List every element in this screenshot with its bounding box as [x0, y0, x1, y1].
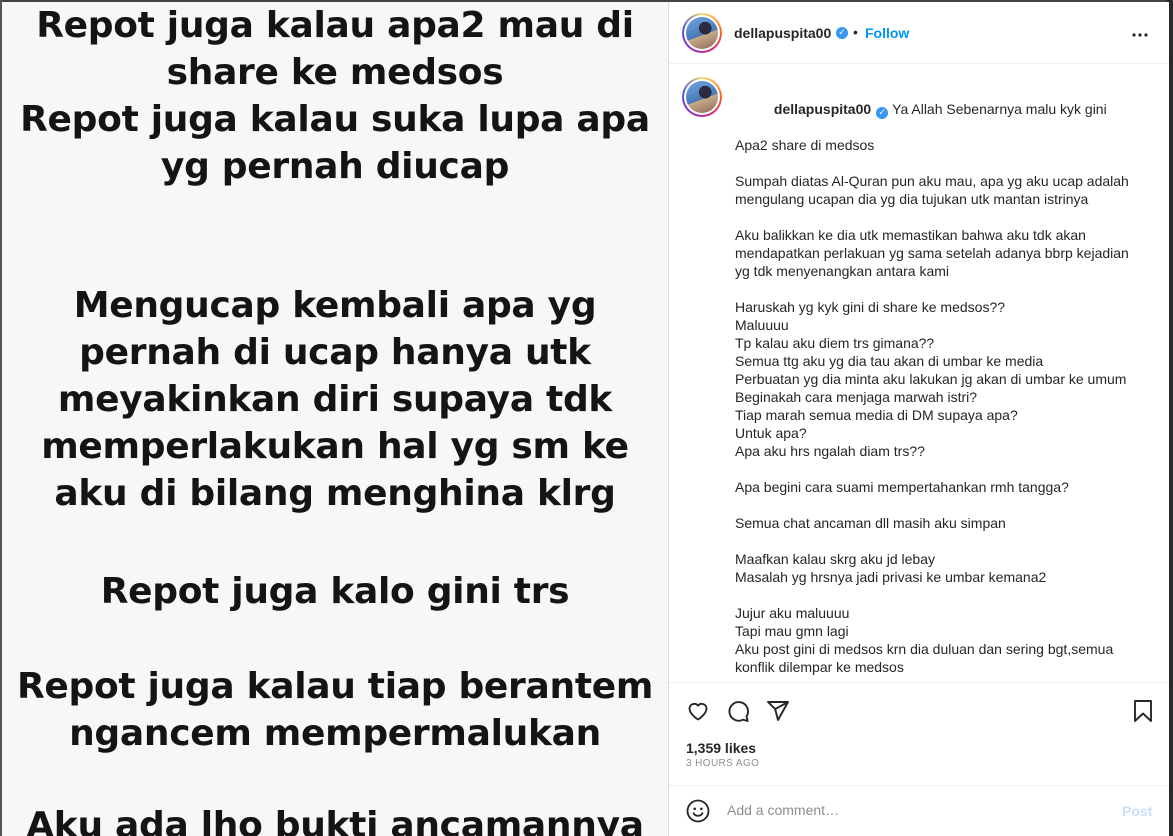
more-options-icon[interactable]: [1131, 22, 1149, 43]
comment-bubble-icon[interactable]: [726, 699, 750, 728]
image-text-line: meyakinkan diri supaya tdk: [57, 379, 613, 420]
caption-line: Maafkan kalau skrg aku jd lebay: [735, 551, 935, 567]
caption-line: Apa2 share di medsos: [735, 137, 875, 153]
like-heart-icon[interactable]: [686, 699, 710, 728]
caption-lines: Apa2 share di medsos Sumpah diatas Al-Qur…: [735, 136, 1135, 682]
post-header: dellapuspita00 ✓ • Follow: [669, 2, 1169, 64]
caption-line: Jujur aku maluuuu: [735, 605, 850, 621]
image-text-block-4: Repot juga kalau tiap berantem ngancem m…: [2, 663, 668, 757]
caption-line: Perbuatan yg dia minta aku lakukan jg ak…: [735, 371, 1127, 387]
image-text-line: yg pernah diucap: [160, 146, 510, 187]
likes-count[interactable]: 1,359 likes: [686, 740, 756, 756]
image-text-line: ngancem mempermalukan: [69, 713, 601, 754]
save-bookmark-icon[interactable]: [1132, 699, 1154, 728]
separator-dot: •: [853, 24, 858, 40]
post-modal: Repot juga kalau apa2 mau di share ke me…: [2, 2, 1169, 836]
follow-button[interactable]: Follow: [865, 25, 909, 41]
caption-text: dellapuspita00 ✓ Ya Allah Sebenarnya malu …: [735, 82, 1135, 682]
post-comment-button[interactable]: Post: [1122, 803, 1152, 819]
image-text-line: aku di bilang menghina klrg: [54, 473, 616, 514]
post-image[interactable]: Repot juga kalau apa2 mau di share ke me…: [2, 2, 668, 836]
caption-line: Beginakah cara menjaga marwah istri?: [735, 389, 978, 405]
share-paper-plane-icon[interactable]: [766, 699, 790, 728]
verified-badge-icon: ✓: [876, 107, 889, 119]
caption-line: Maluuuu: [735, 317, 789, 333]
image-text-block-3: Repot juga kalo gini trs: [2, 568, 668, 615]
caption-avatar[interactable]: [682, 77, 722, 117]
caption-line: Tp kalau aku diem trs gimana??: [735, 335, 935, 351]
caption-area: dellapuspita00 ✓ Ya Allah Sebenarnya malu …: [669, 64, 1169, 682]
caption-username[interactable]: dellapuspita00: [774, 101, 871, 117]
caption-line: Tiap marah semua media di DM supaya apa?: [735, 407, 1018, 423]
caption-line: Tapi mau gmn lagi: [735, 623, 849, 639]
caption-line: Semua ttg aku yg dia tau akan di umbar k…: [735, 353, 1044, 369]
image-text-line: pernah di ucap hanya utk: [79, 332, 591, 373]
image-text-block-1: Repot juga kalau apa2 mau di share ke me…: [2, 2, 668, 190]
caption-line: Masalah yg hrsnya jadi privasi ke umbar …: [735, 569, 1047, 585]
caption-line: Aku balikkan ke dia utk memastikan bahwa…: [735, 227, 1133, 279]
comment-input[interactable]: [725, 801, 1109, 819]
post-details-panel: dellapuspita00 ✓ • Follow dellapuspita00…: [668, 2, 1169, 836]
image-text-block-2: Mengucap kembali apa yg pernah di ucap h…: [2, 282, 668, 517]
comment-bar: Post: [669, 785, 1169, 836]
image-text-line: share ke medsos: [166, 52, 504, 93]
image-text-line: Repot juga kalau suka lupa apa: [20, 99, 650, 140]
caption-line: Untuk apa?: [735, 425, 807, 441]
verified-badge-icon: ✓: [836, 27, 848, 39]
action-bar: 1,359 likes 3 HOURS AGO: [669, 682, 1169, 787]
caption-line: Haruskah yg kyk gini di share ke medsos?…: [735, 299, 1006, 315]
post-timestamp[interactable]: 3 HOURS AGO: [686, 758, 759, 769]
image-text-line: Mengucap kembali apa yg: [73, 285, 597, 326]
caption-line: Aku post gini di medsos krn dia duluan d…: [735, 641, 1118, 675]
caption-line: Apa aku hrs ngalah diam trs??: [735, 443, 925, 459]
header-username[interactable]: dellapuspita00: [734, 25, 831, 41]
avatar[interactable]: [682, 13, 722, 53]
caption-line: Sumpah diatas Al-Quran pun aku mau, apa …: [735, 173, 1133, 207]
image-text-line: Repot juga kalau apa2 mau di: [36, 5, 634, 46]
emoji-icon[interactable]: [686, 799, 710, 828]
image-text-line: Aku ada lho bukti ancamannya: [26, 805, 644, 836]
caption-line: Semua chat ancaman dll masih aku simpan: [735, 515, 1006, 531]
caption-first-line: Ya Allah Sebenarnya malu kyk gini: [892, 101, 1107, 117]
image-text-line: Repot juga kalau tiap berantem: [16, 666, 654, 707]
image-text-line: memperlakukan hal yg sm ke: [41, 426, 629, 467]
caption-line: Apa begini cara suami mempertahankan rmh…: [735, 479, 1069, 495]
image-text-block-5: Aku ada lho bukti ancamannya: [2, 802, 668, 836]
image-text-line: Repot juga kalo gini trs: [100, 571, 570, 612]
